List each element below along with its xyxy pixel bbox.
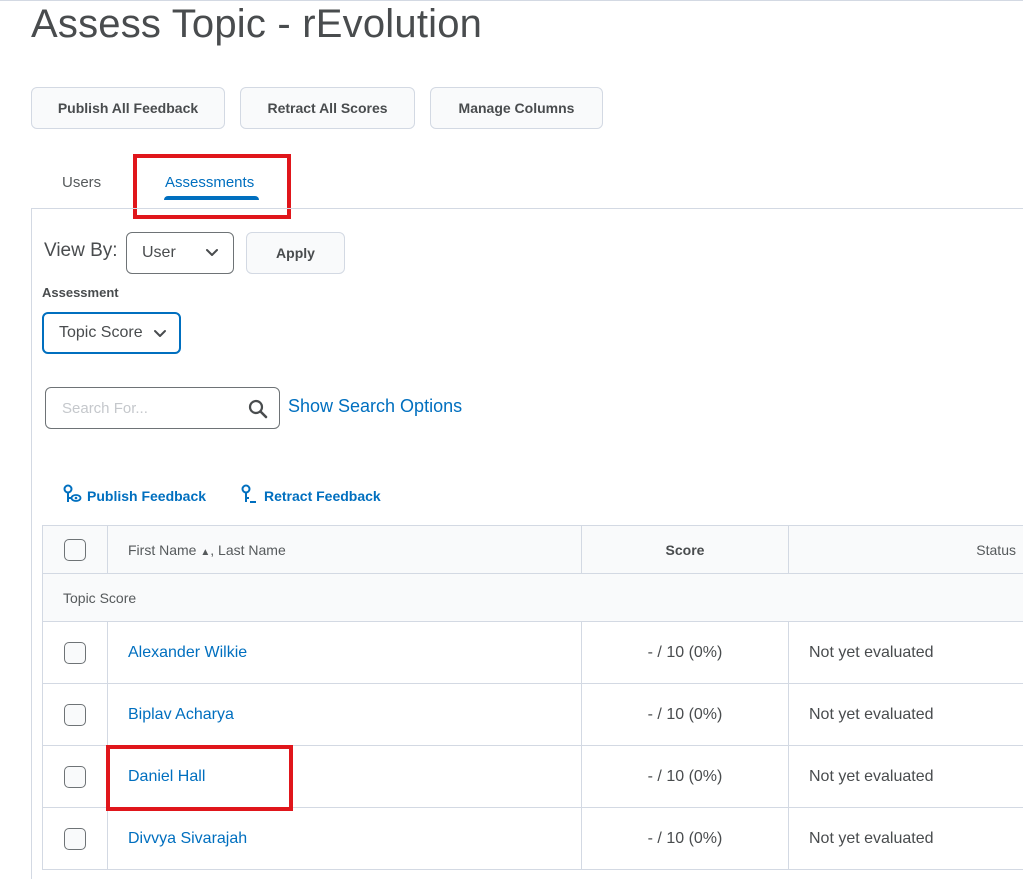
chevron-down-icon	[205, 245, 219, 264]
search-input[interactable]	[60, 399, 244, 418]
section-row: Topic Score	[43, 574, 1023, 622]
sort-ascending-icon: ▲	[200, 547, 210, 558]
user-name-link[interactable]: Alexander Wilkie	[128, 644, 247, 661]
score-cell: - / 10 (0%)	[582, 684, 789, 746]
top-divider	[0, 0, 1023, 1]
row-checkbox[interactable]	[64, 642, 86, 664]
users-table: First Name ▲, Last Name Score Status Top…	[42, 525, 1023, 870]
publish-feedback-icon	[62, 484, 82, 507]
score-column-header[interactable]: Score	[582, 526, 789, 574]
row-checkbox[interactable]	[64, 766, 86, 788]
name-cell: Biplav Acharya	[108, 684, 582, 746]
chevron-down-icon	[153, 326, 167, 345]
table-row: Alexander Wilkie - / 10 (0%) Not yet eva…	[43, 622, 1023, 684]
retract-all-scores-button[interactable]: Retract All Scores	[240, 87, 415, 129]
publish-feedback-action[interactable]: Publish Feedback	[62, 484, 206, 507]
section-label: Topic Score	[43, 574, 1023, 622]
retract-feedback-icon	[239, 484, 259, 507]
daniel-hall-highlight	[106, 745, 293, 811]
name-cell: Divvya Sivarajah	[108, 808, 582, 870]
view-by-label: View By:	[44, 240, 118, 262]
user-name-link[interactable]: Divvya Sivarajah	[128, 830, 247, 847]
row-select-cell	[43, 684, 108, 746]
user-name-link[interactable]: Biplav Acharya	[128, 706, 234, 723]
score-cell: - / 10 (0%)	[582, 808, 789, 870]
select-all-cell	[43, 526, 108, 574]
manage-columns-button[interactable]: Manage Columns	[430, 87, 603, 129]
select-all-checkbox[interactable]	[64, 539, 86, 561]
retract-feedback-action[interactable]: Retract Feedback	[239, 484, 381, 507]
retract-feedback-label: Retract Feedback	[264, 488, 381, 504]
tab-users[interactable]: Users	[62, 174, 101, 191]
table-row: Divvya Sivarajah - / 10 (0%) Not yet eva…	[43, 808, 1023, 870]
assessment-label: Assessment	[42, 285, 119, 300]
view-by-select[interactable]: User	[126, 232, 234, 274]
search-field[interactable]	[45, 387, 280, 429]
page-title: Assess Topic - rEvolution	[31, 2, 482, 47]
status-cell: Not yet evaluated	[789, 808, 1023, 870]
status-cell: Not yet evaluated	[789, 622, 1023, 684]
row-checkbox[interactable]	[64, 828, 86, 850]
show-search-options-link[interactable]: Show Search Options	[288, 396, 462, 417]
table-header-row: First Name ▲, Last Name Score Status	[43, 526, 1023, 574]
last-name-header[interactable]: , Last Name	[210, 542, 285, 558]
row-select-cell	[43, 622, 108, 684]
status-column-header[interactable]: Status	[789, 526, 1023, 574]
row-select-cell	[43, 808, 108, 870]
search-icon[interactable]	[247, 398, 269, 425]
publish-all-feedback-button[interactable]: Publish All Feedback	[31, 87, 225, 129]
score-cell: - / 10 (0%)	[582, 622, 789, 684]
name-column-header[interactable]: First Name ▲, Last Name	[108, 526, 582, 574]
name-cell: Alexander Wilkie	[108, 622, 582, 684]
assessment-select[interactable]: Topic Score	[42, 312, 181, 354]
status-cell: Not yet evaluated	[789, 746, 1023, 808]
view-by-value: User	[142, 244, 176, 262]
table-row: Biplav Acharya - / 10 (0%) Not yet evalu…	[43, 684, 1023, 746]
apply-button[interactable]: Apply	[246, 232, 345, 274]
first-name-header[interactable]: First Name	[128, 542, 196, 558]
row-select-cell	[43, 746, 108, 808]
publish-feedback-label: Publish Feedback	[87, 488, 206, 504]
assessment-value: Topic Score	[59, 324, 143, 342]
status-cell: Not yet evaluated	[789, 684, 1023, 746]
score-cell: - / 10 (0%)	[582, 746, 789, 808]
row-checkbox[interactable]	[64, 704, 86, 726]
